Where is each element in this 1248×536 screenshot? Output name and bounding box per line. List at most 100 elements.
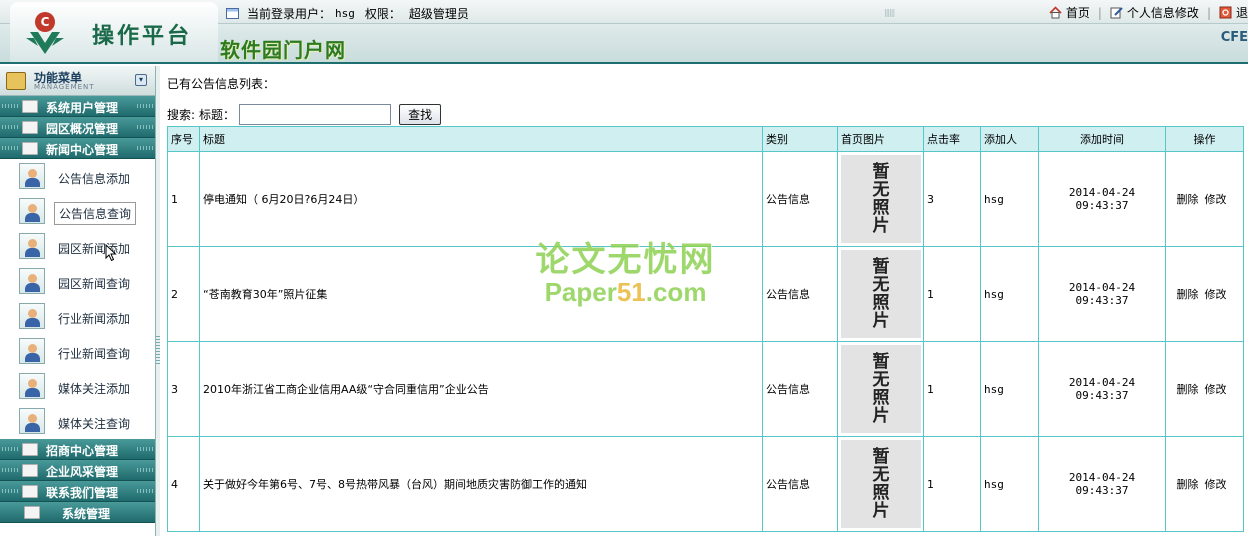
- decor-dots: [2, 104, 18, 108]
- sidebar-category-investment[interactable]: 招商中心管理: [0, 439, 155, 460]
- category-label: 系统用户管理: [46, 101, 119, 115]
- header: 当前登录用户： hsg 权限： 超级管理员 |||||| 首页 | 个人信息修改 …: [0, 0, 1248, 64]
- splitter-handle-icon[interactable]: [156, 336, 160, 366]
- no-photo-placeholder: 暂 无 照 片: [841, 345, 921, 433]
- sidebar-item-notice-add[interactable]: 公告信息添加: [0, 159, 155, 194]
- title-label: 标题：: [199, 108, 236, 122]
- edit-link[interactable]: 修改: [1205, 383, 1227, 396]
- cell-clicks: 3: [923, 151, 981, 247]
- user-icon: [19, 198, 45, 224]
- list-title: 已有公告信息列表：: [167, 77, 276, 91]
- decor-dots: [137, 447, 153, 451]
- no-photo-char: 片: [872, 216, 890, 236]
- sidebar-item-label: 公告信息查询: [54, 202, 137, 225]
- perm-label: 权限：: [364, 7, 401, 21]
- cell-title: “苍南教育30年”照片征集: [199, 246, 763, 342]
- cell-actions: 删除 修改: [1165, 151, 1244, 247]
- user-icon: [19, 373, 45, 399]
- sidebar-item-industry-news-add[interactable]: 行业新闻添加: [0, 299, 155, 334]
- link-separator: |: [1206, 5, 1211, 20]
- cell-category: 公告信息: [762, 246, 838, 342]
- cell-clicks: 1: [923, 246, 981, 342]
- sidebar-category-enterprise-showcase[interactable]: 企业风采管理: [0, 460, 155, 481]
- cell-author: hsg: [980, 246, 1039, 342]
- user-icon: [19, 338, 45, 364]
- sidebar-category-park-overview[interactable]: 园区概况管理: [0, 117, 155, 138]
- sidebar-item-park-news-query[interactable]: 园区新闻查询: [0, 264, 155, 299]
- profile-link[interactable]: 个人信息修改: [1127, 4, 1199, 21]
- cell-time: 2014-04-24 09:43:37: [1038, 341, 1166, 437]
- category-icon: [22, 121, 38, 134]
- no-photo-char: 暂: [872, 352, 890, 372]
- edit-link[interactable]: 修改: [1205, 193, 1227, 206]
- home-icon: [1049, 6, 1062, 19]
- top-links: 首页 | 个人信息修改 | 退: [1049, 4, 1248, 21]
- cell-no: 3: [167, 341, 200, 437]
- notice-table: 序号 标题 类别 首页图片 点击率 添加人 添加时间 操作 1 停电通知（ 6月…: [167, 126, 1244, 532]
- exit-link[interactable]: 退: [1236, 4, 1248, 21]
- logo-tab: C 操作平台: [10, 2, 218, 62]
- decor-dots: [2, 489, 18, 493]
- cell-title: 关于做好今年第6号、7号、8号热带风暴（台风）期间地质灾害防御工作的通知: [199, 436, 763, 532]
- edit-link[interactable]: 修改: [1205, 288, 1227, 301]
- sidebar-category-system-users[interactable]: 系统用户管理: [0, 96, 155, 117]
- cell-image: 暂 无 照 片: [837, 341, 924, 437]
- category-label: 系统管理: [62, 507, 111, 521]
- cell-actions: 删除 修改: [1165, 341, 1244, 437]
- no-photo-char: 照: [872, 483, 890, 503]
- sidebar-item-media-query[interactable]: 媒体关注查询: [0, 404, 155, 439]
- cell-category: 公告信息: [762, 151, 838, 247]
- no-photo-char: 片: [872, 406, 890, 426]
- delete-link[interactable]: 删除: [1177, 383, 1199, 396]
- main-content: 已有公告信息列表： 搜索: 标题： 查找 序号 标题 类别 首页图片 点击率 添…: [162, 66, 1248, 536]
- sidebar-splitter[interactable]: [156, 66, 160, 536]
- svg-text:C: C: [41, 15, 50, 29]
- no-photo-char: 暂: [872, 447, 890, 467]
- category-label: 联系我们管理: [46, 486, 119, 500]
- col-header-clicks: 点击率: [923, 126, 981, 152]
- no-photo-char: 暂: [872, 257, 890, 277]
- category-icon: [22, 100, 38, 113]
- cell-image: 暂 无 照 片: [837, 151, 924, 247]
- window-icon: [226, 8, 239, 19]
- sidebar-item-park-news-add[interactable]: 园区新闻添加: [0, 229, 155, 264]
- search-input[interactable]: [239, 104, 392, 125]
- search-label: 搜索:: [167, 108, 196, 122]
- search-button[interactable]: 查找: [399, 104, 442, 125]
- decor-dots: [137, 468, 153, 472]
- no-photo-placeholder: 暂 无 照 片: [841, 250, 921, 338]
- home-link[interactable]: 首页: [1066, 4, 1090, 21]
- bank-logo-icon: C: [26, 12, 64, 54]
- sidebar-item-label: 园区新闻查询: [58, 277, 131, 291]
- category-icon: [22, 443, 38, 456]
- cell-title: 2010年浙江省工商企业信用AA级“守合同重信用”企业公告: [199, 341, 763, 437]
- decor-dots: [137, 146, 153, 150]
- sidebar-category-news-center[interactable]: 新闻中心管理: [0, 138, 155, 159]
- sidebar-item-label: 公告信息添加: [58, 172, 131, 186]
- category-icon: [22, 142, 38, 155]
- username: hsg: [335, 7, 355, 20]
- cell-actions: 删除 修改: [1165, 436, 1244, 532]
- decor-dots: [2, 468, 18, 472]
- cell-author: hsg: [980, 341, 1039, 437]
- sidebar-category-contact[interactable]: 联系我们管理: [0, 481, 155, 502]
- no-photo-char: 无: [872, 180, 890, 200]
- collapse-menu-button[interactable]: ▾: [135, 74, 147, 86]
- no-photo-char: 片: [872, 501, 890, 521]
- sidebar-item-label: 媒体关注添加: [58, 382, 131, 396]
- delete-link[interactable]: 删除: [1177, 288, 1199, 301]
- sidebar-category-system[interactable]: 系统管理: [0, 502, 155, 523]
- sidebar-item-industry-news-query[interactable]: 行业新闻查询: [0, 334, 155, 369]
- table-row: 4 关于做好今年第6号、7号、8号热带风暴（台风）期间地质灾害防御工作的通知 公…: [167, 436, 1244, 532]
- app-title: 操作平台: [92, 23, 193, 49]
- edit-link[interactable]: 修改: [1205, 478, 1227, 491]
- decor-dots: [137, 125, 153, 129]
- category-icon: [24, 506, 40, 519]
- sidebar-item-media-add[interactable]: 媒体关注添加: [0, 369, 155, 404]
- user-icon: [19, 233, 45, 259]
- delete-link[interactable]: 删除: [1177, 478, 1199, 491]
- decor-dots: [2, 125, 18, 129]
- delete-link[interactable]: 删除: [1177, 193, 1199, 206]
- no-photo-char: 无: [872, 465, 890, 485]
- sidebar-item-notice-query[interactable]: 公告信息查询: [0, 194, 155, 229]
